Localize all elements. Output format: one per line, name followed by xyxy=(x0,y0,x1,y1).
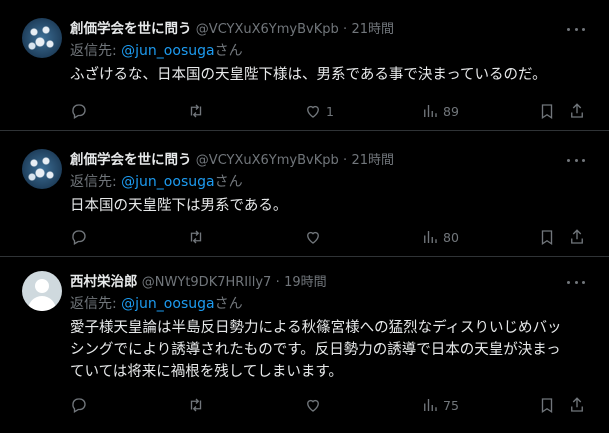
reply-suffix: さん xyxy=(214,174,243,190)
avatar[interactable] xyxy=(22,18,62,58)
timestamp[interactable]: 19時間 xyxy=(284,275,327,290)
like-icon xyxy=(307,231,319,244)
timestamp[interactable]: 21時間 xyxy=(351,22,394,37)
tweet[interactable]: 西村栄治郎 @NWYt9DK7HRIlly7 · 19時間 返信先: @jun_… xyxy=(0,257,609,433)
share-button[interactable] xyxy=(568,101,586,121)
more-icon[interactable] xyxy=(567,271,585,293)
share-button[interactable] xyxy=(568,227,586,247)
separator-dot: · xyxy=(343,153,348,168)
views-icon xyxy=(424,105,437,117)
views-button[interactable]: 80 xyxy=(421,227,459,247)
views-icon xyxy=(424,399,437,411)
more-icon[interactable] xyxy=(567,18,585,40)
mention-link[interactable]: @jun_oosuga xyxy=(121,296,214,312)
views-icon xyxy=(424,231,437,243)
share-button[interactable] xyxy=(568,395,586,415)
retweet-button[interactable] xyxy=(187,395,205,415)
retweet-icon xyxy=(190,104,202,118)
reply-context: 返信先: @jun_oosugaさん xyxy=(70,40,589,62)
reply-context: 返信先: @jun_oosugaさん xyxy=(70,171,589,193)
retweet-button[interactable] xyxy=(187,101,205,121)
action-bar: 1 89 xyxy=(70,101,595,121)
author-name[interactable]: 西村栄治郎 xyxy=(70,274,138,290)
share-icon xyxy=(571,103,583,118)
tweet-text-line: ていては将来に禍根を残してしまいます。 xyxy=(70,364,343,380)
action-bar: 80 xyxy=(70,227,595,247)
reply-icon xyxy=(72,230,86,245)
author-handle[interactable]: @NWYt9DK7HRIlly7 xyxy=(142,275,272,290)
bookmark-icon xyxy=(541,230,553,246)
reply-button[interactable] xyxy=(70,395,88,415)
view-count: 80 xyxy=(443,229,459,245)
reply-icon xyxy=(72,398,86,413)
views-button[interactable]: 89 xyxy=(421,101,459,121)
tweet[interactable]: 創価学会を世に問う @VCYXuX6YmyBvKpb · 21時間 返信先: @… xyxy=(0,0,609,131)
avatar[interactable] xyxy=(22,271,62,311)
avatar[interactable] xyxy=(22,149,62,189)
like-count: 1 xyxy=(326,103,334,119)
share-icon xyxy=(571,229,583,244)
tweet[interactable]: 創価学会を世に問う @VCYXuX6YmyBvKpb · 21時間 返信先: @… xyxy=(0,131,609,257)
author-name[interactable]: 創価学会を世に問う xyxy=(70,152,192,168)
share-icon xyxy=(571,397,583,412)
like-icon xyxy=(307,399,319,412)
views-button[interactable]: 75 xyxy=(421,395,459,415)
reply-prefix: 返信先: xyxy=(70,296,122,312)
bookmark-button[interactable] xyxy=(538,395,556,415)
tweet-header: 創価学会を世に問う @VCYXuX6YmyBvKpb · 21時間 xyxy=(70,149,589,171)
like-button[interactable]: 1 xyxy=(304,101,334,121)
reply-button[interactable] xyxy=(70,101,88,121)
reply-button[interactable] xyxy=(70,227,88,247)
reply-prefix: 返信先: xyxy=(70,174,122,190)
mention-link[interactable]: @jun_oosuga xyxy=(121,43,214,59)
reply-suffix: さん xyxy=(214,43,243,59)
bookmark-icon xyxy=(541,398,553,414)
tweet-text: 日本国の天皇陛下は男系である。 xyxy=(70,198,288,214)
mention-link[interactable]: @jun_oosuga xyxy=(121,174,214,190)
more-icon[interactable] xyxy=(567,149,585,171)
separator-dot: · xyxy=(275,275,280,290)
bookmark-icon xyxy=(541,104,553,120)
tweet-header: 西村栄治郎 @NWYt9DK7HRIlly7 · 19時間 xyxy=(70,271,589,293)
like-button[interactable] xyxy=(304,395,326,415)
author-handle[interactable]: @VCYXuX6YmyBvKpb xyxy=(196,22,339,37)
timestamp[interactable]: 21時間 xyxy=(351,153,394,168)
view-count: 75 xyxy=(443,397,459,413)
reply-context: 返信先: @jun_oosugaさん xyxy=(70,293,589,315)
author-handle[interactable]: @VCYXuX6YmyBvKpb xyxy=(196,153,339,168)
reply-suffix: さん xyxy=(214,296,243,312)
like-icon xyxy=(307,105,319,118)
tweet-text: 愛子様天皇論は半島反日勢力による秋篠宮様への猛烈なディスりいじめバッ シングでに… xyxy=(70,317,589,383)
view-count: 89 xyxy=(443,103,459,119)
bookmark-button[interactable] xyxy=(538,227,556,247)
tweet-text-line: シングでにより誘導されたものです。反日勢力の誘導で日本の天皇が決まっ xyxy=(70,342,561,358)
retweet-icon xyxy=(190,398,202,412)
reply-prefix: 返信先: xyxy=(70,43,122,59)
tweet-text-line: 愛子様天皇論は半島反日勢力による秋篠宮様への猛烈なディスりいじめバッ xyxy=(70,320,562,336)
tweet-header: 創価学会を世に問う @VCYXuX6YmyBvKpb · 21時間 xyxy=(70,18,589,40)
retweet-icon xyxy=(190,230,202,244)
like-button[interactable] xyxy=(304,227,326,247)
author-name[interactable]: 創価学会を世に問う xyxy=(70,21,192,37)
reply-icon xyxy=(72,104,86,119)
bookmark-button[interactable] xyxy=(538,101,556,121)
separator-dot: · xyxy=(343,22,348,37)
retweet-button[interactable] xyxy=(187,227,205,247)
action-bar: 75 xyxy=(70,395,595,415)
tweet-text: ふざけるな、日本国の天皇陛下様は、男系である事で決まっているのだ。 xyxy=(70,67,547,83)
